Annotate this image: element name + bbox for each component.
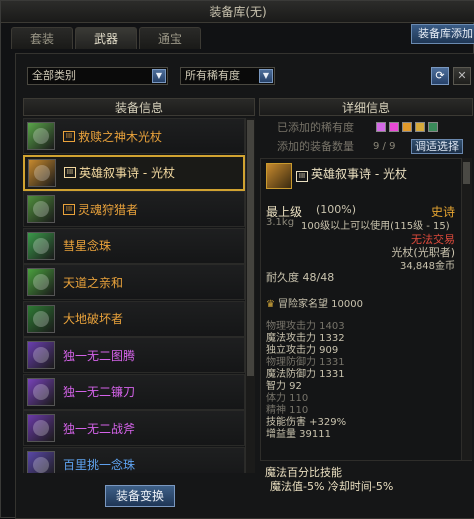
item-name: 灵魂狩猎者	[78, 202, 139, 217]
refresh-icon[interactable]: ⟳	[431, 67, 449, 85]
category-select[interactable]: 全部类别 ▼	[27, 67, 168, 85]
skill-description: 魔法值-5% 冷却时间-5%	[270, 480, 394, 493]
rarity-swatch[interactable]	[402, 122, 412, 132]
weapon-icon	[27, 304, 55, 333]
durability-text: 耐久度 48/48	[266, 271, 335, 284]
tab-set[interactable]: 套装	[11, 27, 73, 49]
rarity-select[interactable]: 所有稀有度 ▼	[180, 67, 275, 85]
weapon-icon	[27, 341, 55, 369]
crown-icon: ♛	[266, 299, 275, 310]
item-name: 救赎之神木光杖	[78, 129, 163, 144]
equipment-window: 装备库(无) 套装 武器 通宝 装备库添加 全部类别 ▼ 所有稀有度 ▼ ⟳ ✕…	[0, 0, 474, 519]
level-requirement: 100级以上可以使用(115级 - 15)	[301, 221, 450, 232]
window-title: 装备库(无)	[1, 1, 474, 23]
weapon-icon	[27, 122, 55, 150]
weapon-icon	[27, 450, 55, 473]
equipment-list-item[interactable]: 独一无二镰刀	[23, 373, 245, 410]
added-count-value: 9 / 9	[373, 140, 396, 152]
detail-item-name-text: 英雄叙事诗 - 光杖	[311, 167, 407, 181]
detail-item-name: III 英雄叙事诗 - 光杖	[296, 165, 407, 182]
adventure-fame-text: 冒险家名望 10000	[277, 299, 363, 310]
adventure-fame-row: ♛ 冒险家名望 10000	[266, 295, 363, 310]
tab-bar: 套装 武器 通宝	[11, 27, 201, 49]
item-name-row: III 救赎之神木光杖	[63, 128, 162, 145]
rarity-select-value: 所有稀有度	[185, 69, 240, 82]
adjust-selection-button[interactable]: 调适选择	[411, 138, 463, 154]
item-name: 百里挑一念珠	[63, 458, 136, 472]
item-name: 独一无二战斧	[63, 421, 136, 436]
item-name: 大地破坏者	[63, 312, 124, 326]
equipment-list-item[interactable]: 天道之亲和	[23, 264, 245, 300]
item-name-row: III 英雄叙事诗 - 光杖	[64, 164, 175, 181]
item-name: 独一无二镰刀	[63, 385, 136, 399]
item-name-row: 独一无二战斧	[63, 420, 135, 437]
equipment-swap-button[interactable]: 装备变换	[105, 485, 175, 507]
rarity-swatch[interactable]	[428, 122, 438, 132]
item-name-row: 天道之亲和	[63, 274, 123, 291]
detail-info-header: 详细信息	[259, 98, 473, 116]
equipment-list-item[interactable]: 百里挑一念珠	[23, 446, 245, 473]
scroll-thumb[interactable]	[247, 120, 254, 376]
rarity-swatch[interactable]	[389, 122, 399, 132]
item-name: 彗星念珠	[63, 239, 112, 253]
rarity-swatch[interactable]	[376, 122, 386, 132]
item-name-row: 大地破坏者	[63, 310, 123, 327]
equipment-list-item[interactable]: 独一无二战斧	[23, 410, 245, 446]
added-count-row: 添加的装备数量 9 / 9 调适选择	[277, 138, 463, 154]
added-rarity-row: 已添加的稀有度	[277, 120, 438, 134]
tier-badge: III	[64, 167, 76, 178]
triangle-down-icon[interactable]: ▼	[259, 69, 273, 83]
skill-info: 魔法百分比技能 魔法值-5% 冷却时间-5%	[260, 460, 472, 516]
add-to-library-button[interactable]: 装备库添加	[411, 24, 474, 44]
weapon-icon	[27, 231, 55, 260]
equipment-list-item[interactable]: 彗星念珠	[23, 227, 245, 264]
item-name-row: 独一无二镰刀	[63, 383, 135, 400]
weapon-icon	[27, 268, 55, 296]
equipment-list-item[interactable]: III 灵魂狩猎者	[23, 191, 245, 227]
item-name: 天道之亲和	[63, 275, 124, 290]
weapon-icon	[27, 377, 55, 406]
grade-percent: (100%)	[316, 203, 357, 216]
category-select-value: 全部类别	[32, 69, 76, 82]
item-name-row: III 灵魂狩猎者	[63, 201, 138, 218]
tier-badge: III	[63, 203, 75, 215]
equipment-list-item[interactable]: III 救赎之神木光杖	[23, 118, 245, 154]
item-name-row: 彗星念珠	[63, 237, 111, 254]
weapon-icon	[27, 195, 55, 223]
detail-scrollbar[interactable]	[462, 158, 472, 464]
staff-icon	[266, 163, 292, 189]
stat-line: 增益量 39111	[266, 429, 331, 440]
equipment-list-item[interactable]: 独一无二图腾	[23, 337, 245, 373]
equipment-list: III 救赎之神木光杖 III 英雄叙事诗 - 光杖 III 灵魂狩猎者 彗星念珠 天道之亲和…	[23, 118, 245, 473]
item-price: 34,848金币	[400, 261, 455, 272]
added-count-label: 添加的装备数量	[277, 140, 354, 153]
close-icon[interactable]: ✕	[453, 67, 471, 85]
rarity-swatch[interactable]	[415, 122, 425, 132]
tier-badge: III	[63, 130, 75, 142]
tab-weapon[interactable]: 武器	[75, 27, 137, 49]
item-name: 独一无二图腾	[63, 348, 136, 363]
equipment-list-item[interactable]: 大地破坏者	[23, 300, 245, 337]
scroll-thumb[interactable]	[463, 162, 470, 184]
equipment-list-item[interactable]: III 英雄叙事诗 - 光杖	[23, 154, 245, 191]
equipment-info-header: 装备信息	[23, 98, 255, 116]
item-name-row: 独一无二图腾	[63, 347, 135, 364]
equipment-list-scrollbar[interactable]	[245, 118, 255, 473]
tab-treasure[interactable]: 通宝	[139, 27, 201, 49]
added-rarity-label: 已添加的稀有度	[277, 121, 354, 134]
item-detail-panel: III 英雄叙事诗 - 光杖 最上级 (100%) 史诗 3.1kg 100级以上…	[260, 158, 462, 464]
item-name-row: 百里挑一念珠	[63, 456, 135, 473]
weapon-icon	[28, 158, 56, 187]
tier-badge: III	[296, 171, 308, 182]
weight-text: 3.1kg	[266, 217, 295, 228]
weapon-icon	[27, 414, 55, 442]
triangle-down-icon[interactable]: ▼	[152, 69, 166, 83]
item-name: 英雄叙事诗 - 光杖	[79, 166, 175, 180]
